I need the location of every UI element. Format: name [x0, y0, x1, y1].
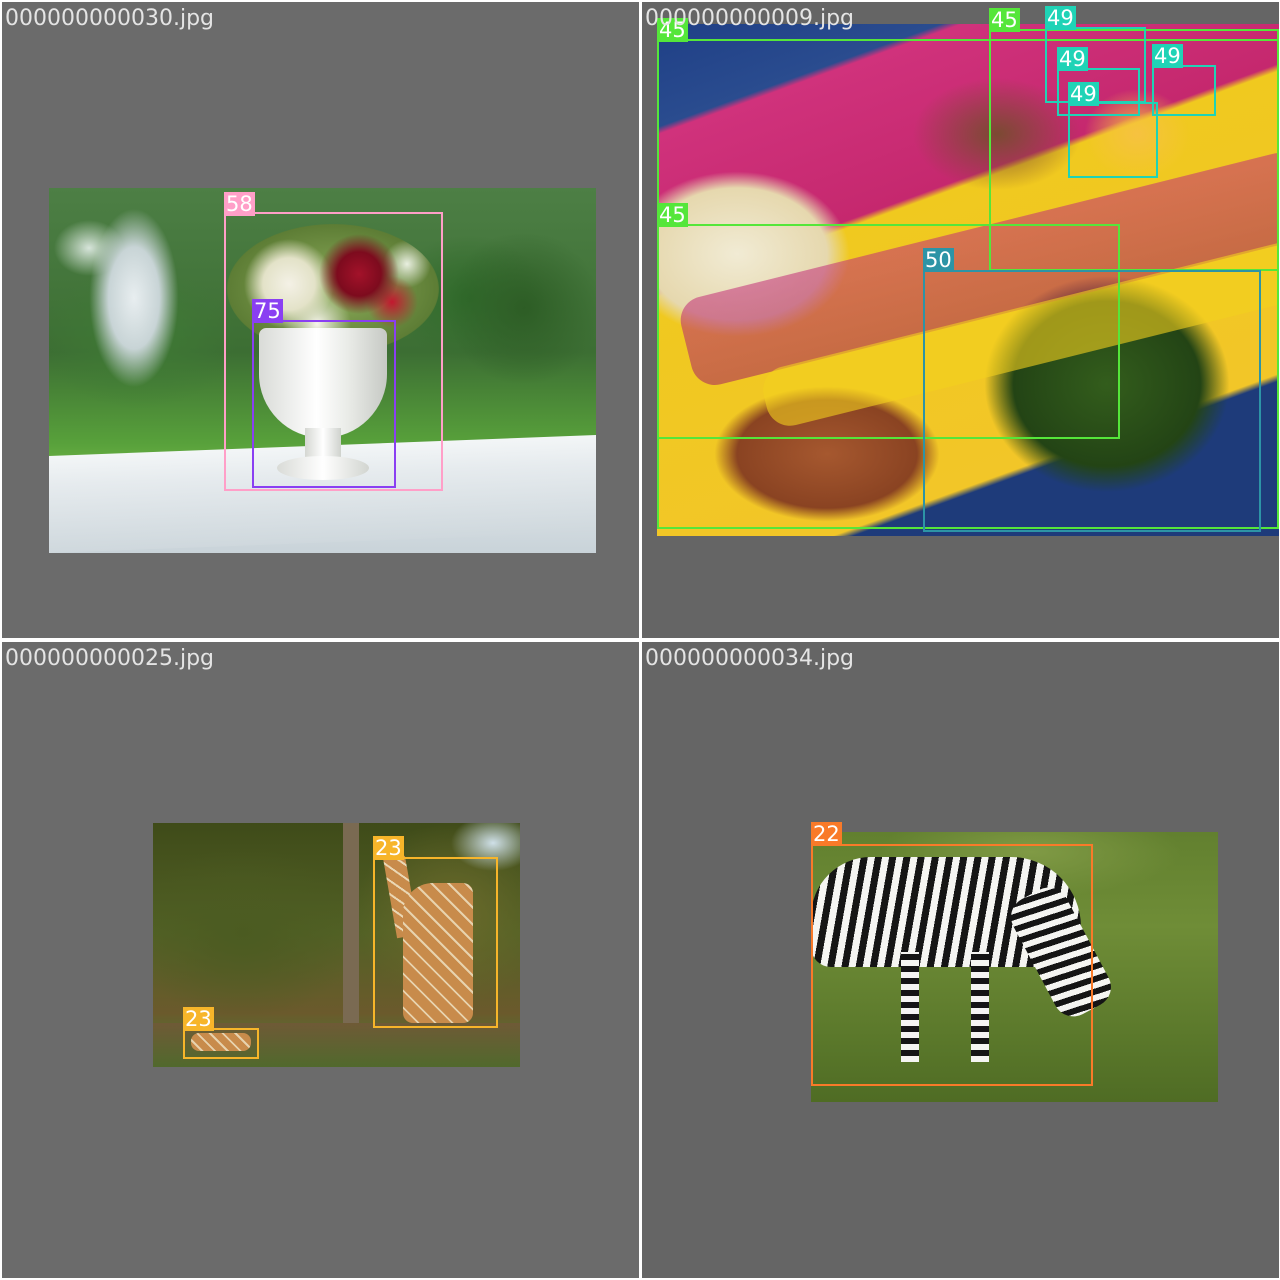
mosaic-panel-4: 000000000034.jpg 22 — [642, 642, 1279, 1278]
box-label: 75 — [252, 299, 283, 323]
mosaic-panel-2: 000000000009.jpg 45 45 45 49 49 49 49 50 — [642, 2, 1279, 638]
bounding-box — [811, 844, 1093, 1086]
bounding-box — [373, 857, 498, 1028]
box-label: 58 — [224, 192, 255, 216]
bounding-box — [252, 320, 396, 488]
box-label: 49 — [1045, 6, 1076, 30]
tree-trunk — [343, 823, 359, 1023]
box-label: 23 — [373, 836, 404, 860]
box-label: 45 — [657, 203, 688, 227]
foliage — [449, 228, 596, 388]
mosaic-panel-3: 000000000025.jpg 23 23 — [2, 642, 639, 1278]
box-label: 23 — [183, 1007, 214, 1031]
filename-label: 000000000034.jpg — [645, 646, 854, 671]
bounding-box — [183, 1028, 259, 1059]
filename-label: 000000000009.jpg — [645, 6, 854, 31]
bounding-box — [1068, 102, 1158, 178]
bounding-box — [923, 270, 1261, 532]
box-label: 22 — [811, 822, 842, 846]
mosaic-panel-1: 000000000030.jpg 58 75 — [2, 2, 639, 638]
box-label: 49 — [1057, 47, 1088, 71]
background-house — [89, 208, 179, 388]
box-label: 45 — [989, 8, 1020, 32]
box-label: 50 — [923, 248, 954, 272]
filename-label: 000000000025.jpg — [5, 646, 214, 671]
bounding-box — [1152, 65, 1216, 116]
box-label: 49 — [1152, 44, 1183, 68]
filename-label: 000000000030.jpg — [5, 6, 214, 31]
box-label: 49 — [1068, 82, 1099, 106]
